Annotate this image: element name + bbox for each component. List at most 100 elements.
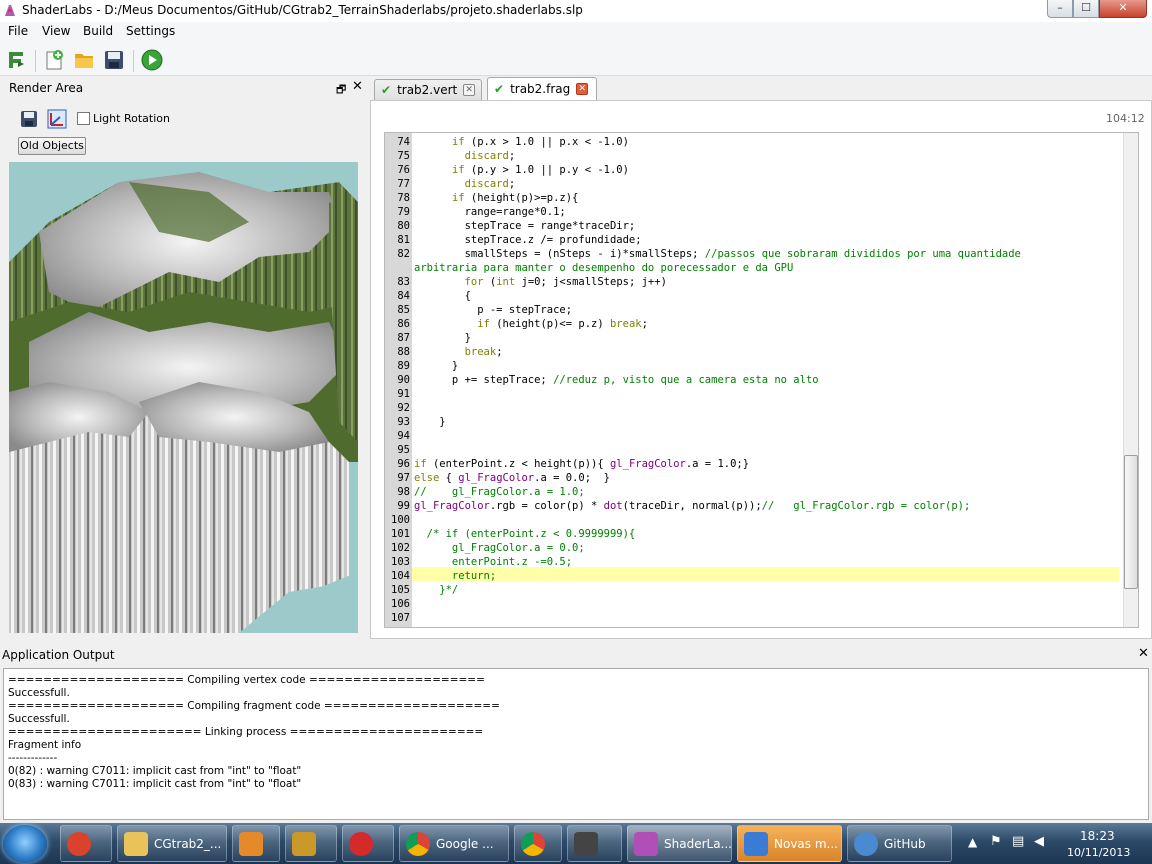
chevron-up-icon[interactable]: ▲ (968, 835, 977, 849)
code-line: }*/ (414, 584, 459, 596)
output-line: Successfull. (8, 713, 70, 725)
output-line: 0(83) : warning C7011: implicit cast fro… (8, 778, 302, 790)
light-rotation-checkbox[interactable] (77, 112, 90, 125)
taskbar-item-messenger[interactable]: Novas m... (737, 825, 842, 862)
toolbar-separator (133, 50, 134, 72)
taskbar-item-r[interactable] (285, 825, 337, 862)
line-number: 97 (397, 472, 410, 484)
stop-sign-icon (349, 831, 373, 856)
output-line: Successfull. (8, 687, 70, 699)
code-line: /* if (enterPoint.z < 0.9999999){ (414, 528, 636, 540)
code-line: if (p.x > 1.0 || p.x < -1.0) (451, 136, 629, 148)
taskbar-item-folder[interactable]: CGtrab2_... (117, 825, 227, 862)
terrain-render (9, 162, 358, 633)
menu-settings[interactable]: Settings (126, 24, 175, 38)
code-line: for (int j=0; j<smallSteps; j++) (464, 276, 667, 288)
close-icon[interactable]: ✕ (463, 84, 475, 96)
line-number: 105 (391, 584, 410, 596)
output-text[interactable]: ==================== Compiling vertex co… (3, 668, 1149, 820)
line-number: 95 (397, 444, 410, 456)
code-line: if (enterPoint.z < height(p)){ gl_FragCo… (414, 458, 750, 470)
taskbar-item-avast[interactable] (60, 825, 112, 862)
code-line: if (height(p)>=p.z){ (451, 192, 579, 204)
window-title: ShaderLabs - D:/Meus Documentos/GitHub/C… (22, 3, 583, 17)
project-icon[interactable] (4, 47, 30, 73)
check-icon: ✔ (381, 83, 392, 97)
start-button[interactable] (3, 825, 47, 863)
line-number: 96 (397, 458, 410, 470)
line-number: 81 (397, 234, 410, 246)
code-line: if (height(p)<= p.z) break; (477, 318, 648, 330)
old-objects-button[interactable]: Old Objects (18, 137, 86, 155)
float-icon[interactable]: 🗗 (336, 81, 346, 100)
line-number: 74 (397, 136, 410, 148)
toolbar (0, 42, 1152, 76)
code-line: gl_FragColor.rgb = color(p) * dot(traceD… (414, 500, 971, 512)
save-icon[interactable] (101, 47, 127, 73)
shaderlabs-icon (634, 831, 658, 856)
code-line: // gl_FragColor.a = 1.0; (414, 486, 585, 498)
line-number: 90 (397, 374, 410, 386)
line-number: 99 (397, 500, 410, 512)
code-line: stepTrace = range*traceDir; (414, 220, 636, 232)
tab-trab2-vert[interactable]: ✔ trab2.vert ✕ (374, 79, 482, 100)
code-line: } (414, 332, 471, 344)
line-number: 100 (391, 514, 410, 526)
code-line: range=range*0.1; (414, 206, 566, 218)
new-file-icon[interactable] (41, 47, 67, 73)
line-number: 94 (397, 430, 410, 442)
taskbar-item-chrome2[interactable] (514, 825, 562, 862)
taskbar-label: Google ... (436, 836, 494, 851)
output-line: 0(82) : warning C7011: implicit cast fro… (8, 765, 302, 777)
line-number: 85 (397, 304, 410, 316)
close-icon[interactable]: ✕ (352, 79, 363, 94)
line-number: 101 (391, 528, 410, 540)
action-center-icon[interactable]: ⚑ (990, 834, 1002, 849)
menu-file[interactable]: File (8, 24, 28, 38)
volume-icon[interactable]: ◀ (1034, 834, 1044, 849)
code-line: { (414, 290, 471, 302)
taskbar-item-shaderlabs[interactable]: ShaderLa... (627, 825, 732, 862)
code-line: smallSteps = (nSteps - i)*smallSteps; //… (414, 248, 1021, 260)
line-number: 78 (397, 192, 410, 204)
save-icon (21, 111, 37, 127)
taskbar-item-chrome[interactable]: Google ... (399, 825, 509, 862)
code-line: discard; (464, 150, 516, 162)
taskbar-item-unity[interactable] (567, 825, 622, 862)
line-number: 79 (397, 206, 410, 218)
open-folder-icon[interactable] (71, 47, 97, 73)
close-icon[interactable]: ✕ (576, 83, 589, 95)
taskbar-item-github[interactable]: GitHub (847, 825, 952, 862)
tab-trab2-frag[interactable]: ✔ trab2.frag ✕ (487, 77, 597, 100)
close-icon[interactable]: ✕ (1138, 646, 1149, 661)
menu-view[interactable]: View (42, 24, 70, 38)
menu-build[interactable]: Build (83, 24, 113, 38)
clock-time[interactable]: 18:23 (1080, 829, 1115, 843)
code-line: else { gl_FragColor.a = 0.0; } (414, 472, 610, 484)
close-button[interactable]: ✕ (1099, 0, 1147, 18)
axis-image-button[interactable] (46, 108, 68, 130)
line-number: 91 (397, 388, 410, 400)
unity-icon (574, 831, 598, 856)
toolbar-separator (35, 50, 36, 72)
taskbar-item-media[interactable] (232, 825, 280, 862)
cursor-position: 104:12 (1106, 112, 1145, 125)
axis-icon (47, 109, 67, 129)
code-line: arbitraria para manter o desempenho do p… (414, 262, 794, 274)
minimize-button[interactable]: – (1047, 0, 1073, 18)
scrollbar-thumb[interactable] (1124, 455, 1138, 589)
line-number: 108 (385, 625, 410, 627)
network-icon[interactable]: ▤ (1012, 834, 1024, 849)
taskbar-item-stop[interactable] (342, 825, 394, 862)
code-editor[interactable]: 74 if (p.x > 1.0 || p.x < -1.0) 75 discar… (384, 132, 1139, 628)
clock-date[interactable]: 10/11/2013 (1067, 846, 1130, 859)
save-render-button[interactable] (18, 108, 40, 130)
render-canvas[interactable] (9, 162, 358, 633)
taskbar: CGtrab2_... Google ... ShaderLa... Novas… (0, 823, 1152, 864)
run-icon[interactable] (139, 47, 165, 73)
line-number: 77 (397, 178, 410, 190)
taskbar-label: Novas m... (774, 836, 838, 851)
render-area-dock: Render Area 🗗 ✕ Light Rotation Old Objec… (0, 77, 367, 639)
maximize-button[interactable]: ☐ (1073, 0, 1099, 18)
avast-icon (67, 831, 91, 856)
